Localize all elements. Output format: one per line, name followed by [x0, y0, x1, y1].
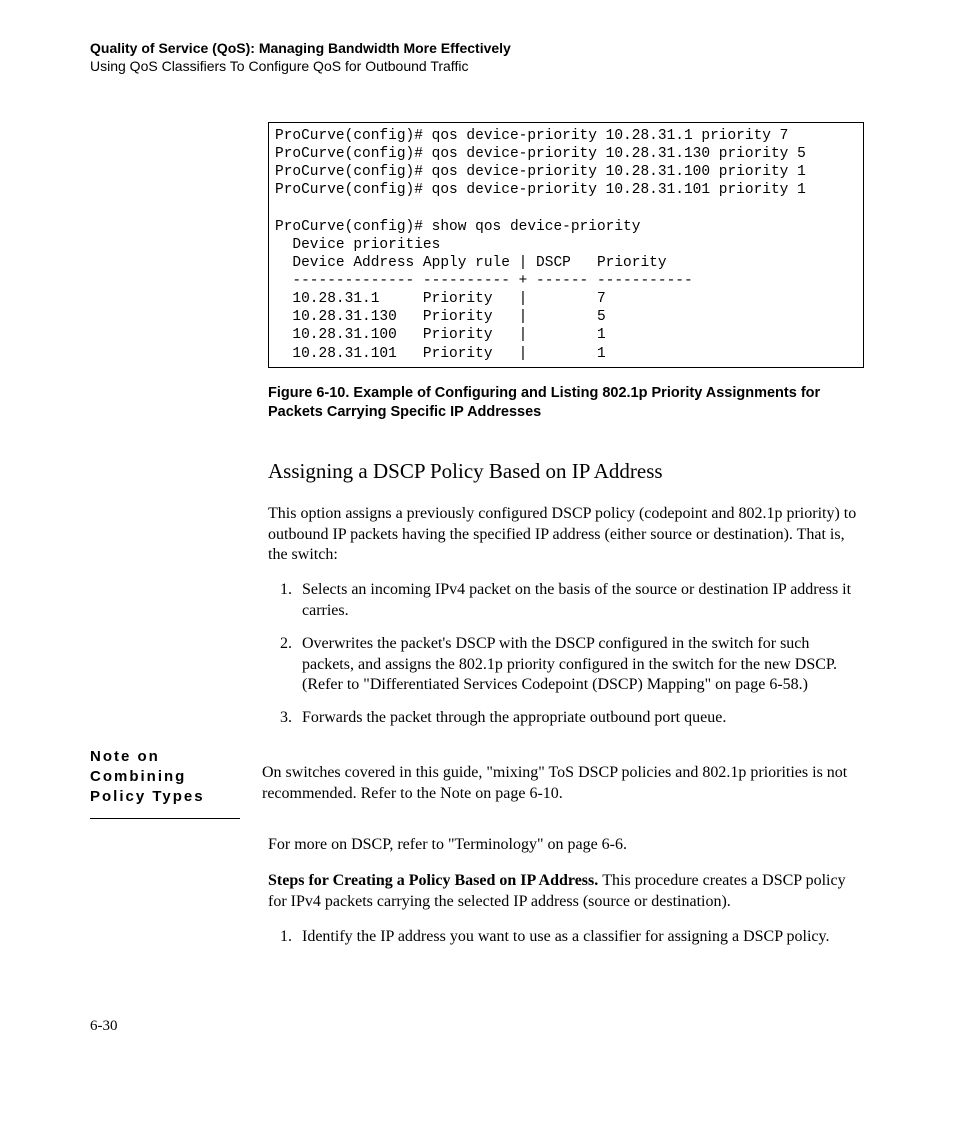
note-label: Note on Combining Policy Types [90, 747, 240, 819]
terminal-output: ProCurve(config)# qos device-priority 10… [268, 122, 864, 368]
note-body: On switches covered in this guide, "mixi… [262, 763, 864, 805]
list1-item-1: Selects an incoming IPv4 packet on the b… [296, 580, 864, 622]
list2-item-1: Identify the IP address you want to use … [296, 927, 864, 948]
list1-item-2: Overwrites the packet's DSCP with the DS… [296, 634, 864, 696]
list1-item-3: Forwards the packet through the appropri… [296, 708, 864, 729]
figure-caption: Figure 6-10. Example of Configuring and … [268, 384, 864, 423]
note-label-wrap: Note on Combining Policy Types [90, 747, 262, 819]
numbered-list-2: Identify the IP address you want to use … [268, 927, 864, 948]
section-heading: Assigning a DSCP Policy Based on IP Addr… [268, 459, 864, 484]
page: Quality of Service (QoS): Managing Bandw… [0, 0, 954, 1095]
steps-bold: Steps for Creating a Policy Based on IP … [268, 872, 602, 889]
main-content: ProCurve(config)# qos device-priority 10… [268, 122, 864, 729]
numbered-list-1: Selects an incoming IPv4 packet on the b… [268, 580, 864, 729]
note-body-col: On switches covered in this guide, "mixi… [262, 747, 864, 819]
page-number: 6-30 [90, 1018, 864, 1035]
header-title: Quality of Service (QoS): Managing Bandw… [90, 40, 864, 56]
steps-intro: Steps for Creating a Policy Based on IP … [268, 871, 864, 913]
content-continued: For more on DSCP, refer to "Terminology"… [268, 835, 864, 948]
more-dscp: For more on DSCP, refer to "Terminology"… [268, 835, 864, 856]
header-subtitle: Using QoS Classifiers To Configure QoS f… [90, 58, 864, 74]
intro-paragraph: This option assigns a previously configu… [268, 504, 864, 566]
page-header: Quality of Service (QoS): Managing Bandw… [90, 40, 864, 74]
note-row: Note on Combining Policy Types On switch… [90, 747, 864, 819]
